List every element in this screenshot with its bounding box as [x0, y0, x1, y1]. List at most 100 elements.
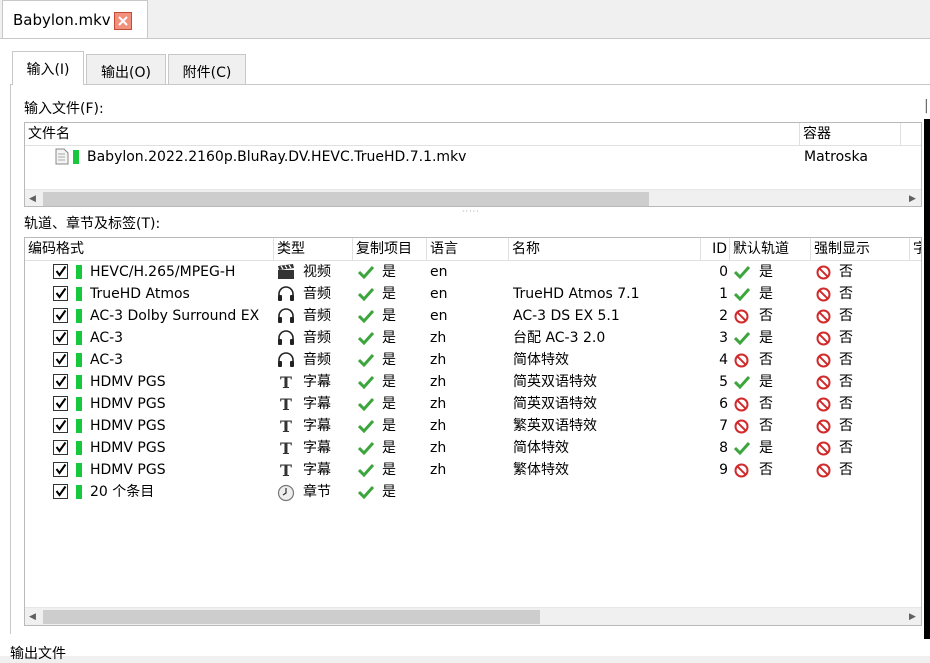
no-icon: [816, 265, 831, 284]
track-row[interactable]: HDMV PGS T 字幕 是 zh 简体特效 8 是 否: [25, 437, 921, 459]
track-row[interactable]: HDMV PGS T 字幕 是 zh 简英双语特效 5 是 否: [25, 371, 921, 393]
track-checkbox[interactable]: [53, 286, 68, 301]
track-name: 台配 AC-3 2.0: [513, 330, 606, 346]
no-icon: [816, 441, 831, 460]
column-filename[interactable]: 文件名: [25, 123, 800, 145]
track-default: 是: [759, 374, 773, 390]
track-type: 字幕: [303, 440, 331, 456]
track-type: 字幕: [303, 418, 331, 434]
track-type: 音频: [303, 330, 331, 346]
track-default: 否: [759, 352, 773, 368]
track-checkbox[interactable]: [53, 462, 68, 477]
track-copy: 是: [382, 462, 396, 478]
splitter-handle[interactable]: ·····: [462, 207, 480, 216]
right-panel-edge: [924, 119, 930, 639]
track-copy: 是: [382, 484, 396, 500]
file-row[interactable]: Babylon.2022.2160p.BluRay.DV.HEVC.TrueHD…: [25, 146, 921, 168]
track-checkbox[interactable]: [53, 352, 68, 367]
tab-output-label: 输出(O): [101, 65, 151, 81]
track-row[interactable]: HDMV PGS T 字幕 是 zh 繁体特效 9 否 否: [25, 459, 921, 481]
tab-attachments[interactable]: 附件(C): [168, 54, 246, 84]
track-row[interactable]: HDMV PGS T 字幕 是 zh 繁英双语特效 7 否 否: [25, 415, 921, 437]
track-status-bar: [76, 419, 82, 433]
track-row[interactable]: 20 个条目 章节 是: [25, 481, 921, 503]
track-language: zh: [430, 440, 447, 456]
no-icon: [816, 463, 831, 482]
tab-input[interactable]: 输入(I): [12, 51, 84, 85]
track-checkbox[interactable]: [53, 418, 68, 433]
check-icon: [357, 419, 375, 437]
input-files-label: 输入文件(F):: [24, 101, 104, 117]
tracks-hscrollbar[interactable]: ◀ ▶: [25, 607, 921, 625]
tab-output[interactable]: 输出(O): [86, 54, 166, 84]
column-more[interactable]: 字: [910, 238, 921, 260]
track-name: AC-3 DS EX 5.1: [513, 308, 620, 324]
track-copy: 是: [382, 396, 396, 412]
track-row[interactable]: TrueHD Atmos 音频 是 en TrueHD Atmos 7.1 1 是 否: [25, 283, 921, 305]
column-type[interactable]: 类型: [274, 238, 353, 260]
track-checkbox[interactable]: [53, 374, 68, 389]
track-forced: 否: [839, 396, 853, 412]
column-forced[interactable]: 强制显示: [811, 238, 910, 260]
track-checkbox[interactable]: [53, 308, 68, 323]
track-id: 8: [719, 440, 728, 456]
track-id: 1: [719, 286, 728, 302]
scroll-right-icon[interactable]: ▶: [909, 612, 916, 622]
track-copy: 是: [382, 264, 396, 280]
track-id: 3: [719, 330, 728, 346]
track-language: zh: [430, 462, 447, 478]
track-language: zh: [430, 330, 447, 346]
track-codec: HDMV PGS: [90, 418, 166, 434]
track-language: en: [430, 264, 448, 280]
track-checkbox[interactable]: [53, 330, 68, 345]
track-row[interactable]: HDMV PGS T 字幕 是 zh 简英双语特效 6 否 否: [25, 393, 921, 415]
track-codec: AC-3: [90, 352, 124, 368]
track-checkbox[interactable]: [53, 264, 68, 279]
no-icon: [816, 375, 831, 394]
document-tab[interactable]: Babylon.mkv: [2, 0, 148, 39]
scroll-thumb[interactable]: [43, 610, 540, 624]
column-default-track[interactable]: 默认轨道: [730, 238, 811, 260]
text-t-icon: T: [277, 461, 295, 482]
file-icon: [55, 148, 69, 169]
track-status-bar: [76, 331, 82, 345]
column-id[interactable]: ID: [701, 238, 730, 260]
check-icon: [357, 441, 375, 459]
track-id: 4: [719, 352, 728, 368]
scroll-thumb[interactable]: [43, 192, 649, 206]
tracks-list[interactable]: 编码格式 类型 复制项目 语言 名称 ID 默认轨道 强制显示 字 HEVC/H…: [24, 237, 922, 626]
track-checkbox[interactable]: [53, 440, 68, 455]
track-checkbox[interactable]: [53, 484, 68, 499]
track-id: 5: [719, 374, 728, 390]
track-type: 字幕: [303, 396, 331, 412]
check-icon: [357, 353, 375, 371]
column-language[interactable]: 语言: [427, 238, 509, 260]
scroll-left-icon[interactable]: ◀: [29, 612, 36, 622]
track-name: 繁英双语特效: [513, 418, 597, 434]
track-row[interactable]: AC-3 Dolby Surround EX 音频 是 en AC-3 DS EX 5.…: [25, 305, 921, 327]
input-files-hscrollbar[interactable]: ◀ ▶: [25, 189, 921, 206]
track-checkbox[interactable]: [53, 396, 68, 411]
close-icon[interactable]: [114, 12, 132, 30]
svg-text:T: T: [280, 462, 292, 478]
track-row[interactable]: AC-3 音频 是 zh 简体特效 4 否 否: [25, 349, 921, 371]
track-forced: 否: [839, 440, 853, 456]
svg-text:T: T: [280, 374, 292, 390]
column-name[interactable]: 名称: [509, 238, 701, 260]
column-container[interactable]: 容器: [800, 123, 901, 145]
scroll-left-icon[interactable]: ◀: [29, 194, 36, 204]
track-row[interactable]: HEVC/H.265/MPEG-H 视频 是 en 0 是 否: [25, 261, 921, 283]
track-language: zh: [430, 374, 447, 390]
scroll-right-icon[interactable]: ▶: [909, 194, 916, 204]
check-icon: [733, 287, 751, 305]
track-language: en: [430, 308, 448, 324]
track-default: 是: [759, 286, 773, 302]
track-codec: AC-3: [90, 330, 124, 346]
column-codec[interactable]: 编码格式: [25, 238, 274, 260]
column-copy[interactable]: 复制项目: [353, 238, 427, 260]
track-row[interactable]: AC-3 音频 是 zh 台配 AC-3 2.0 3 是 否: [25, 327, 921, 349]
track-name: 简体特效: [513, 352, 569, 368]
no-icon: [816, 419, 831, 438]
track-codec: HDMV PGS: [90, 440, 166, 456]
input-files-list[interactable]: 文件名 容器 Babylon.2022.2160p.BluRay.DV.HEVC…: [24, 122, 922, 207]
